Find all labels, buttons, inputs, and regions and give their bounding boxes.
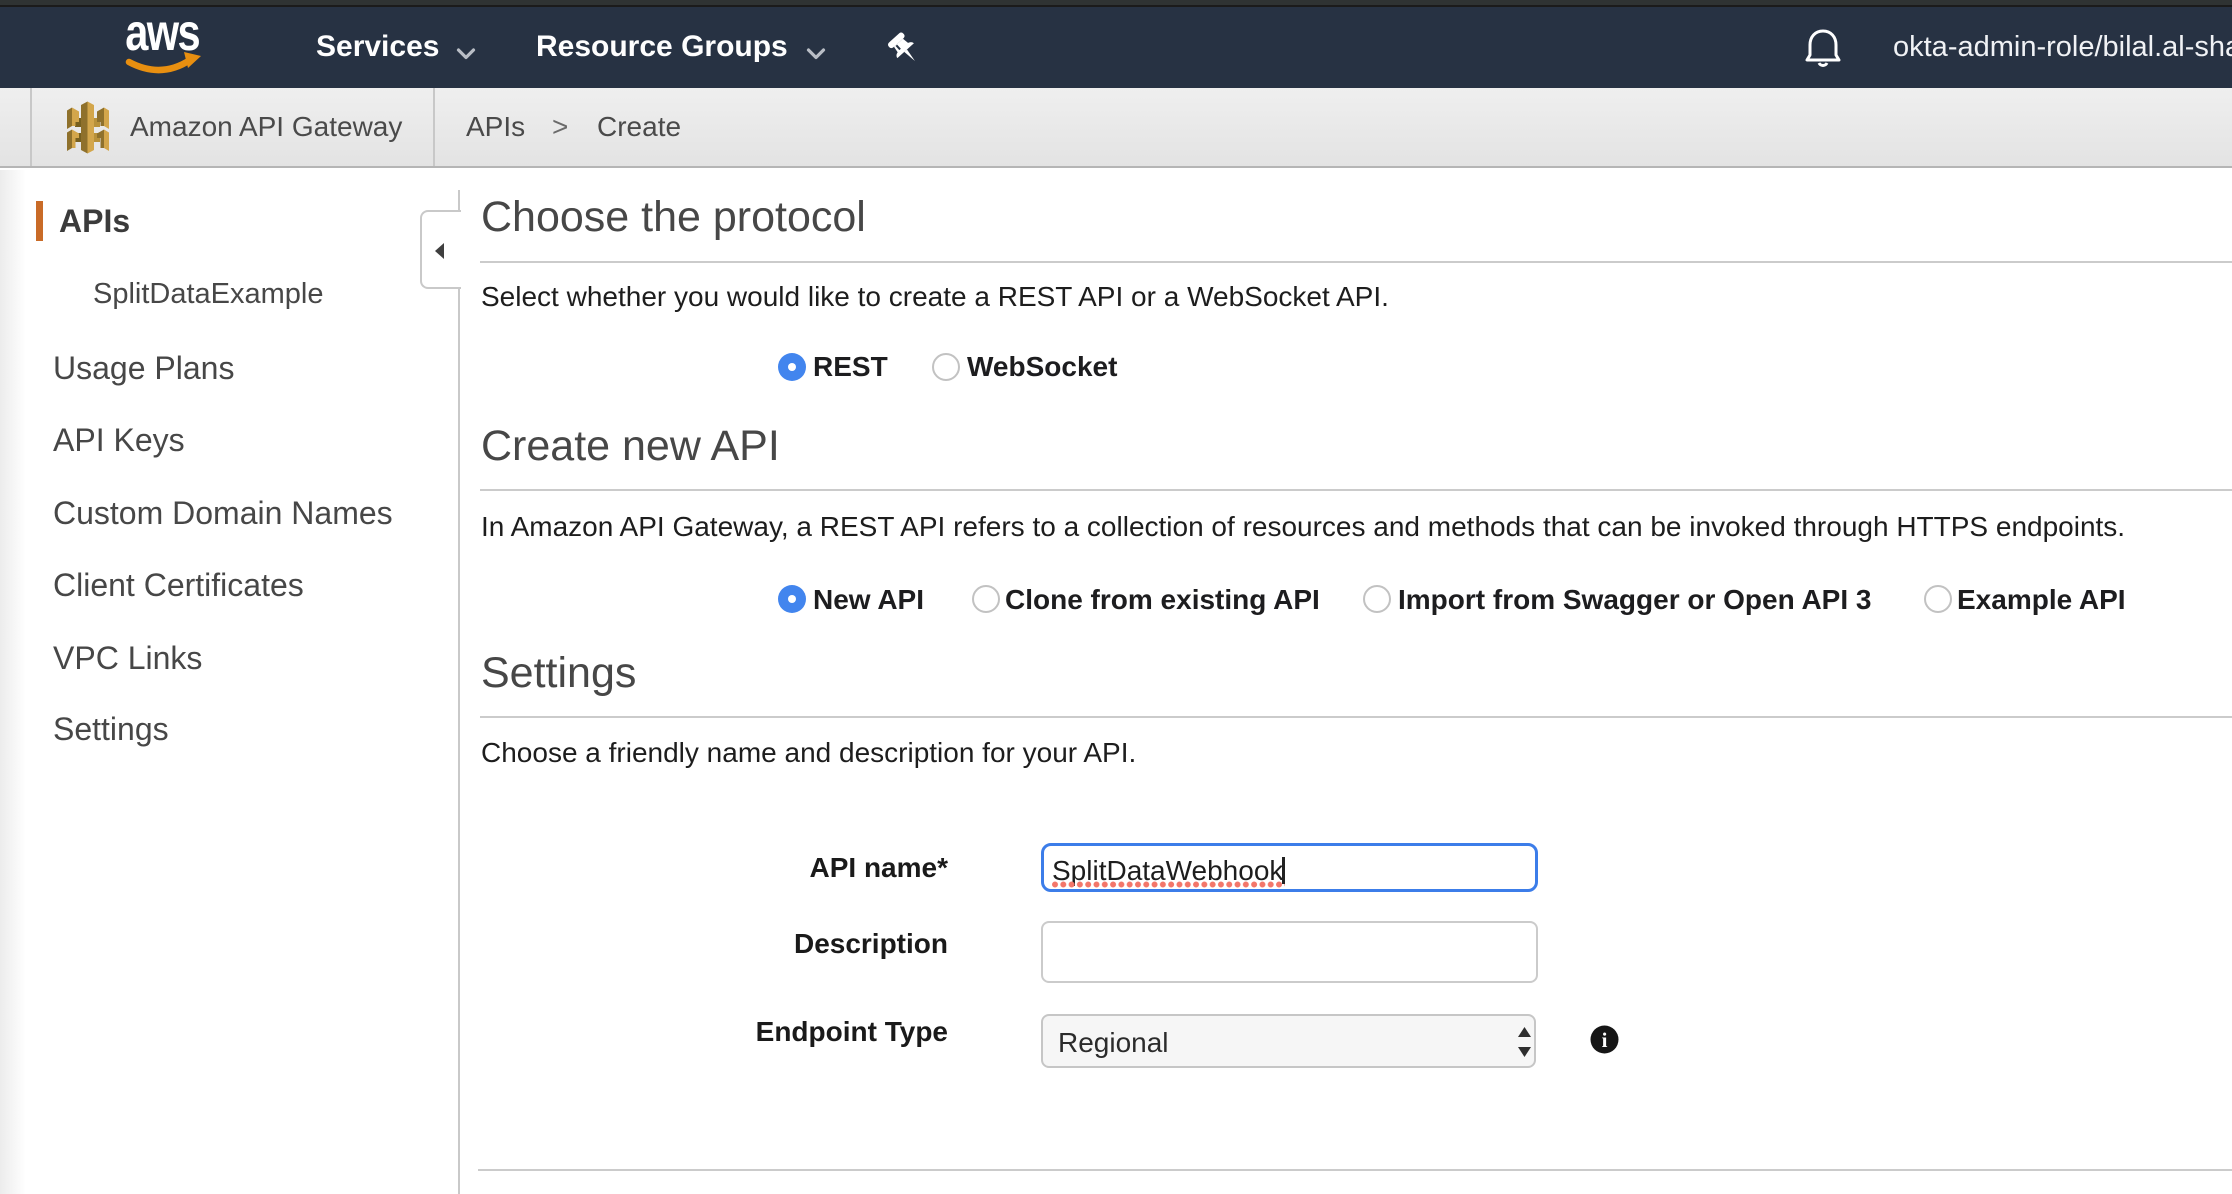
svg-text:i: i [1602, 1028, 1608, 1052]
